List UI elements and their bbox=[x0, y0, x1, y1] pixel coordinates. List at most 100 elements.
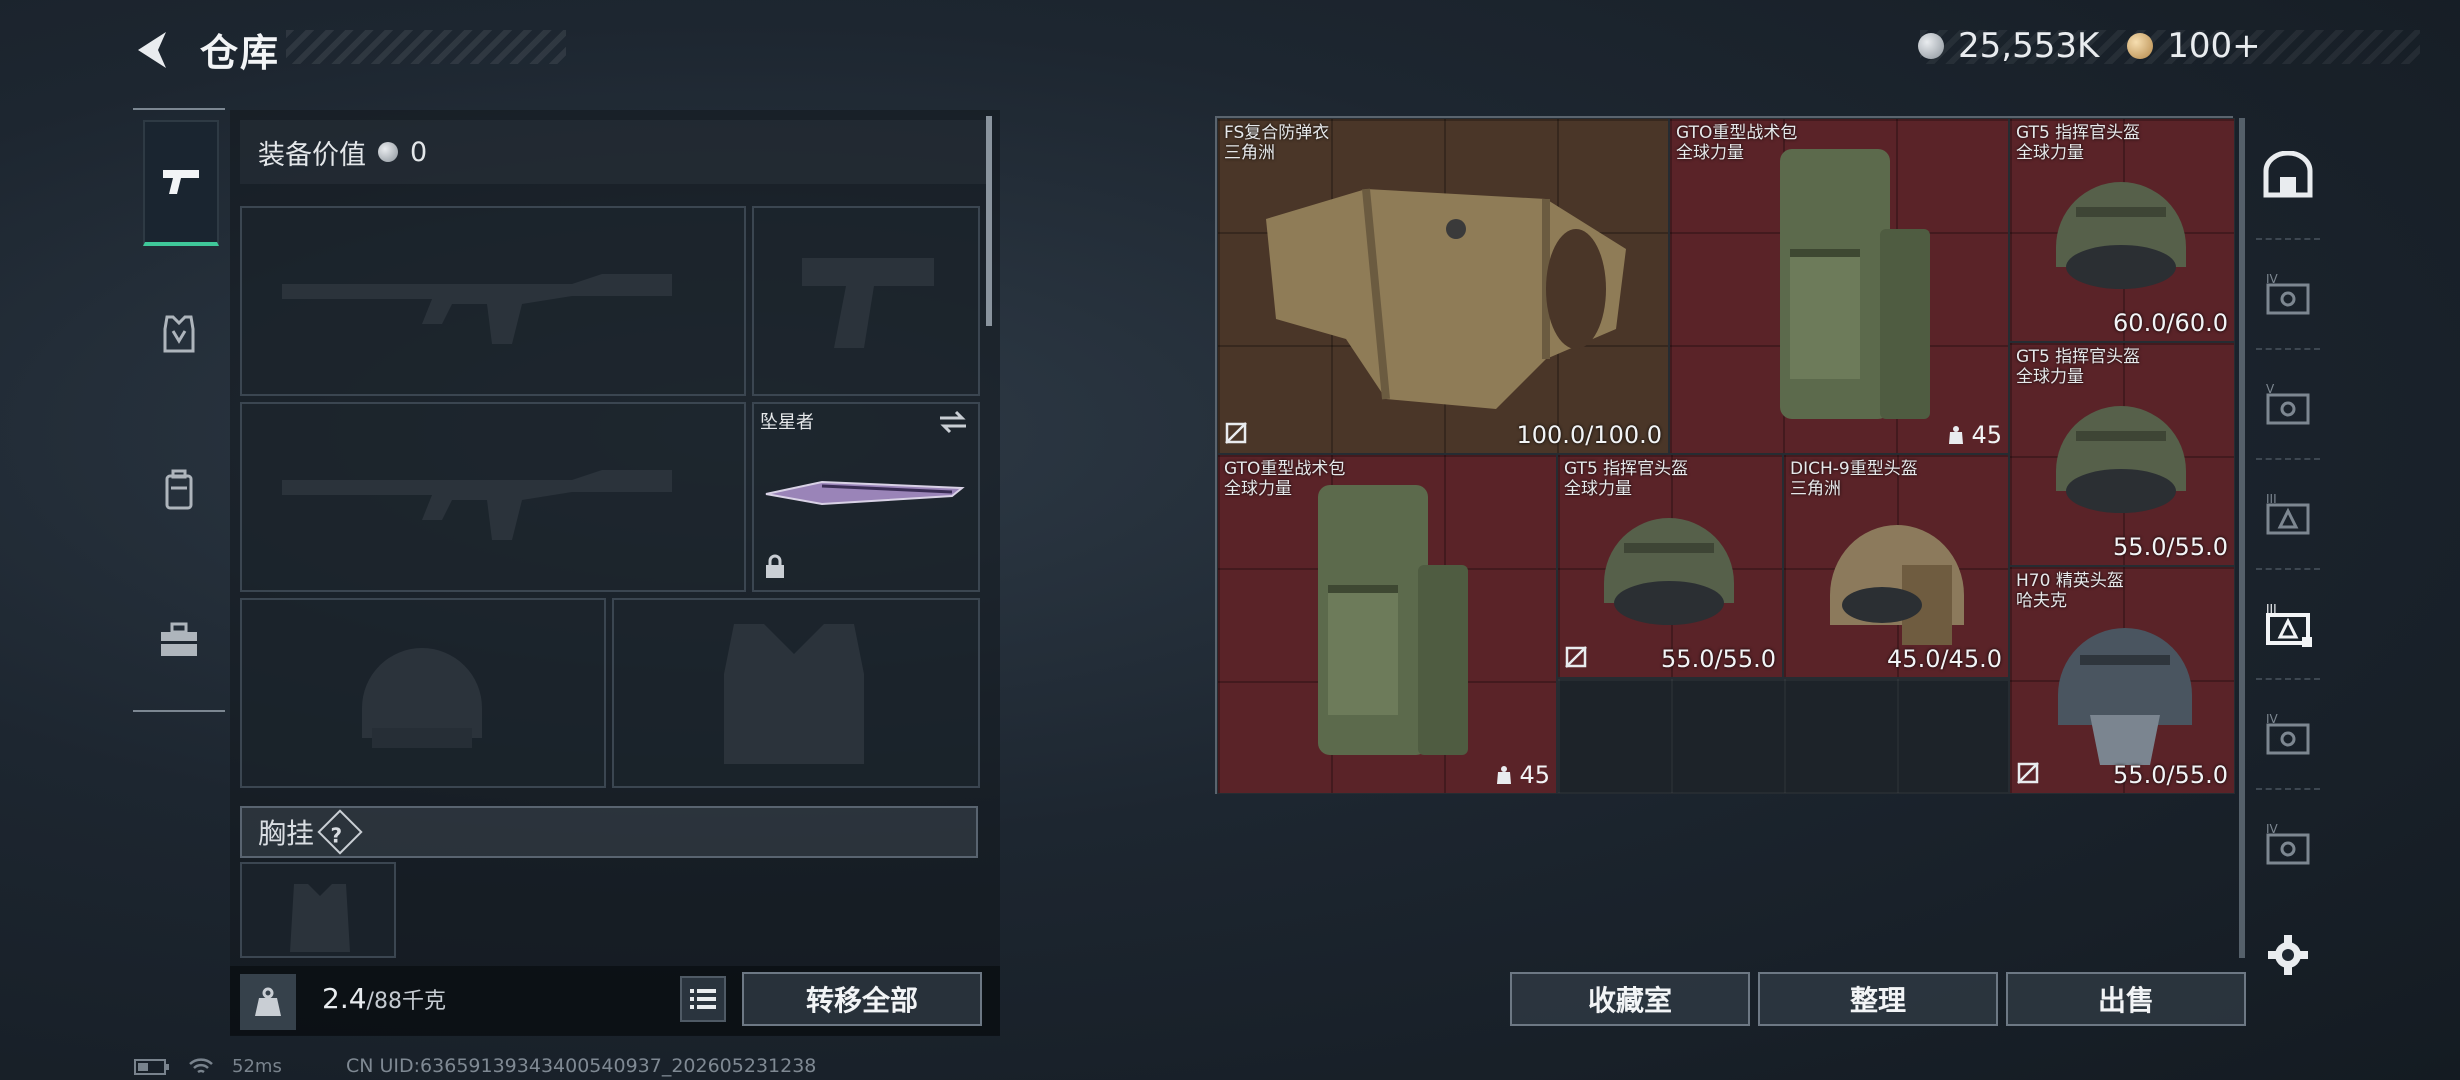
svg-text:IV: IV bbox=[2266, 822, 2279, 836]
tab-stash-page-2[interactable]: V bbox=[2256, 360, 2320, 450]
tab-armor[interactable] bbox=[143, 274, 215, 394]
weight-current: 2.4 bbox=[322, 982, 367, 1015]
stash-item-helmet[interactable]: GT5 指挥官头盔 全球力量 60.0/60.0 bbox=[2009, 118, 2235, 342]
item-brand: 全球力量 bbox=[2016, 143, 2084, 163]
pistol-icon bbox=[163, 170, 199, 194]
stash-item-backpack[interactable]: GTO重型战术包 全球力量 45 bbox=[1217, 454, 1557, 794]
item-brand: 全球力量 bbox=[2016, 367, 2084, 387]
wifi-icon bbox=[189, 1057, 213, 1073]
divider bbox=[2256, 568, 2320, 570]
gold-coin-icon bbox=[2127, 33, 2154, 59]
svg-text:III: III bbox=[2266, 492, 2277, 506]
item-name: FS复合防弹衣 bbox=[1224, 123, 1330, 143]
item-brand: 哈夫克 bbox=[2016, 591, 2067, 611]
stash-grid: FS复合防弹衣三角洲 100.0/100.0 GTO重型战术包全球力量 45 bbox=[1215, 116, 2235, 794]
chest-rig-header: 胸挂 ? bbox=[240, 806, 978, 858]
stash-item-backpack[interactable]: GTO重型战术包 全球力量 45 bbox=[1669, 118, 2009, 454]
chest-rig-label: 胸挂 bbox=[258, 817, 315, 850]
item-brand: 全球力量 bbox=[1564, 479, 1632, 499]
back-arrow-icon bbox=[138, 32, 166, 68]
item-brand: 三角洲 bbox=[1790, 479, 1841, 499]
page-title: 仓库 bbox=[200, 31, 281, 75]
tab-stash-page-4[interactable]: III bbox=[2256, 580, 2320, 670]
warehouse-icon bbox=[2263, 151, 2313, 198]
stash-page-tabs: IV V III III IV IV bbox=[2248, 110, 2328, 975]
tab-stash-page-6[interactable]: IV bbox=[2256, 800, 2320, 890]
helmet-image bbox=[2056, 406, 2186, 513]
stash-box-icon: IV bbox=[2266, 822, 2310, 865]
capacity-icon bbox=[1497, 766, 1512, 784]
item-name: GT5 指挥官头盔 bbox=[2016, 123, 2141, 143]
status-bar: 52ms bbox=[134, 1056, 282, 1077]
svg-text:IV: IV bbox=[2266, 272, 2279, 286]
melee-slot[interactable]: 坠星者 bbox=[752, 402, 980, 592]
tab-stash-page-5[interactable]: IV bbox=[2256, 690, 2320, 780]
stash-item-helmet[interactable]: GT5 指挥官头盔 全球力量 55.0/55.0 bbox=[1557, 454, 1783, 678]
primary-weapon-slot[interactable] bbox=[240, 206, 746, 396]
rifle-silhouette-icon bbox=[282, 274, 672, 344]
tab-stash-page-1[interactable]: IV bbox=[2256, 250, 2320, 340]
swap-icon[interactable] bbox=[938, 410, 968, 434]
list-view-button[interactable] bbox=[680, 976, 726, 1022]
settings-button[interactable] bbox=[2256, 910, 2320, 1000]
stash-box-icon: III bbox=[2266, 492, 2310, 535]
divider bbox=[2256, 678, 2320, 680]
helmet-image bbox=[2056, 182, 2186, 289]
stash-scrollbar[interactable] bbox=[2239, 118, 2245, 958]
item-brand: 全球力量 bbox=[1224, 479, 1292, 499]
organize-button[interactable]: 整理 bbox=[1758, 972, 1998, 1026]
vest-silhouette-icon bbox=[724, 624, 864, 764]
back-button[interactable] bbox=[132, 28, 176, 72]
user-uid: CN UID:636591393434005409​37_20260523123… bbox=[346, 1055, 817, 1077]
tab-stash-page-3[interactable]: III bbox=[2256, 470, 2320, 560]
silver-amount: 25,553K bbox=[1958, 26, 2100, 66]
weight-max: /88千克 bbox=[366, 989, 446, 1014]
tab-weapons[interactable] bbox=[143, 120, 219, 246]
helmet-image bbox=[1604, 518, 1734, 625]
ping-value: 52ms bbox=[232, 1056, 282, 1077]
item-brand: 三角洲 bbox=[1224, 143, 1275, 163]
empty-grid-cells[interactable] bbox=[1557, 678, 2009, 794]
item-capacity: 45 bbox=[1495, 761, 1550, 789]
no-insure-icon bbox=[2017, 762, 2039, 784]
stash-item-helmet[interactable]: H70 精英头盔 哈夫克 55.0/55.0 bbox=[2009, 566, 2235, 794]
item-name: GTO重型战术包 bbox=[1676, 123, 1798, 143]
silver-coin-icon bbox=[378, 142, 398, 162]
helmet-silhouette-icon bbox=[362, 648, 482, 748]
secondary-weapon-slot[interactable] bbox=[752, 206, 980, 396]
elite-helmet-image bbox=[2058, 628, 2192, 765]
tab-backpack[interactable] bbox=[143, 430, 215, 550]
no-insure-icon bbox=[1565, 646, 1587, 668]
stash-box-icon: V bbox=[2266, 382, 2310, 425]
stash-item-helmet[interactable]: GT5 指挥官头盔 全球力量 55.0/55.0 bbox=[2009, 342, 2235, 566]
armor-slot[interactable] bbox=[612, 598, 980, 788]
item-durability: 45.0/45.0 bbox=[1887, 645, 2002, 673]
item-capacity: 45 bbox=[1947, 421, 2002, 449]
secondary-primary-slot[interactable] bbox=[240, 402, 746, 592]
sell-button[interactable]: 出售 bbox=[2006, 972, 2246, 1026]
loadout-scrollbar[interactable] bbox=[986, 116, 992, 326]
help-icon[interactable]: ? bbox=[317, 809, 363, 855]
chest-rig-silhouette-icon bbox=[290, 884, 350, 952]
tab-toolbox[interactable] bbox=[143, 580, 215, 700]
divider bbox=[2256, 238, 2320, 240]
heavy-helmet-image bbox=[1830, 525, 1964, 645]
silver-coin-icon bbox=[1918, 33, 1944, 59]
svg-text:IV: IV bbox=[2266, 712, 2279, 726]
collection-room-button[interactable]: 收藏室 bbox=[1510, 972, 1750, 1026]
transfer-all-button[interactable]: 转移全部 bbox=[742, 972, 982, 1026]
tab-stash-overview[interactable] bbox=[2256, 130, 2320, 220]
equipment-value-label: 装备价值 bbox=[258, 139, 366, 171]
toolbox-icon bbox=[161, 622, 197, 656]
title-decoration bbox=[286, 30, 566, 64]
helmet-slot[interactable] bbox=[240, 598, 606, 788]
chest-rig-slot[interactable] bbox=[240, 862, 396, 958]
battery-icon bbox=[134, 1058, 169, 1075]
gold-amount: 100+ bbox=[2167, 26, 2261, 66]
stash-item-helmet[interactable]: DICH-9重型头盔 三角洲 45.0/45.0 bbox=[1783, 454, 2009, 678]
armor-vest-icon bbox=[163, 315, 195, 353]
stash-item-armor[interactable]: FS复合防弹衣 三角洲 100.0/100.0 bbox=[1217, 118, 1669, 454]
item-durability: 55.0/55.0 bbox=[2113, 533, 2228, 561]
knife-icon bbox=[765, 480, 965, 506]
item-brand: 全球力量 bbox=[1676, 143, 1744, 163]
